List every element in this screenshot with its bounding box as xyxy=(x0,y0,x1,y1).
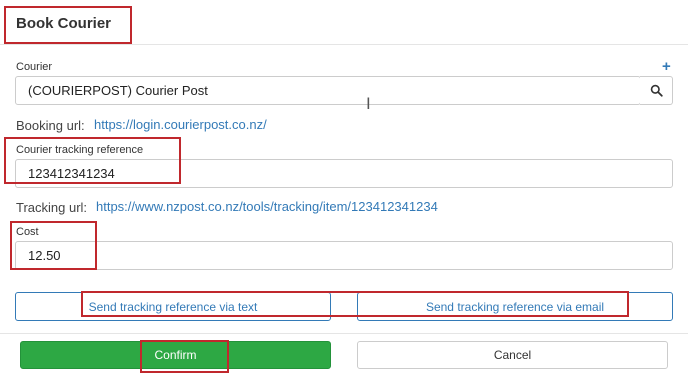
courier-value: (COURIERPOST) Courier Post xyxy=(28,83,208,98)
send-via-text-button[interactable]: Send tracking reference via text xyxy=(15,292,331,321)
booking-url-link[interactable]: https://login.courierpost.co.nz/ xyxy=(94,117,267,132)
courier-select[interactable]: (COURIERPOST) Courier Post xyxy=(15,76,641,105)
cancel-label: Cancel xyxy=(493,348,532,362)
courier-label: Courier xyxy=(16,61,53,73)
booking-url-label: Booking url: xyxy=(16,118,85,133)
cancel-button[interactable]: Cancel xyxy=(357,341,668,369)
tracking-url-label: Tracking url: xyxy=(16,200,88,215)
header-divider xyxy=(0,44,688,45)
courier-search-button[interactable] xyxy=(640,76,673,105)
send-via-email-button[interactable]: Send tracking reference via email xyxy=(357,292,673,321)
cost-label: Cost xyxy=(16,226,39,238)
text-cursor-icon: I xyxy=(366,94,371,113)
search-icon xyxy=(650,84,663,97)
tracking-reference-input[interactable]: 123412341234 xyxy=(15,159,673,188)
cost-value: 12.50 xyxy=(28,248,61,263)
tracking-reference-value: 123412341234 xyxy=(28,166,115,181)
confirm-button[interactable]: Confirm xyxy=(20,341,331,369)
plus-icon[interactable]: + xyxy=(662,59,671,74)
cost-input[interactable]: 12.50 xyxy=(15,241,673,270)
confirm-label: Confirm xyxy=(154,348,197,362)
tracking-reference-label: Courier tracking reference xyxy=(16,144,144,156)
footer-divider xyxy=(0,333,688,334)
send-via-email-label: Send tracking reference via email xyxy=(425,299,605,314)
tracking-url-link[interactable]: https://www.nzpost.co.nz/tools/tracking/… xyxy=(96,199,438,214)
dialog-title: Book Courier xyxy=(16,15,112,32)
send-via-text-label: Send tracking reference via text xyxy=(88,299,258,314)
